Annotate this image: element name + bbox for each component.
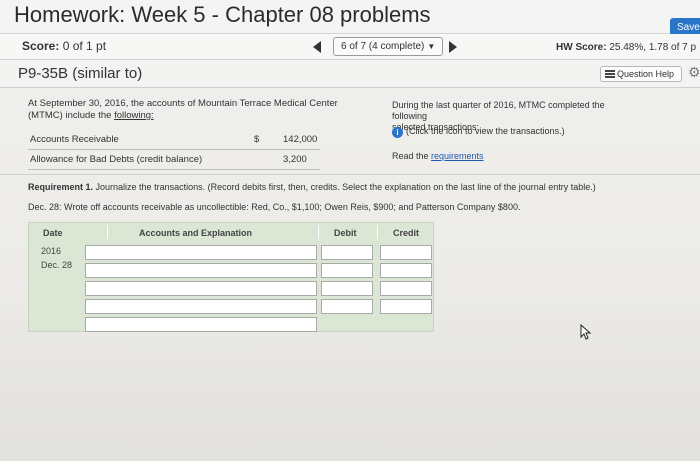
column-date: Date: [43, 228, 63, 238]
question-content: At September 30, 2016, the accounts of M…: [0, 88, 700, 461]
ledger-account: Allowance for Bad Debts (credit balance): [30, 154, 203, 165]
ledger-amount: 3,200: [283, 154, 307, 165]
account-input[interactable]: [85, 263, 317, 278]
requirement-1-label: Requirement 1.: [28, 182, 94, 192]
read-requirements: Read the requirements: [392, 151, 484, 161]
journal-year: 2016: [41, 246, 62, 256]
requirement-1-text: Journalize the transactions. (Record deb…: [93, 182, 596, 192]
account-input[interactable]: [85, 245, 317, 260]
credit-input[interactable]: [380, 245, 432, 260]
question-help-label: Question Help: [617, 69, 675, 79]
explanation-input[interactable]: [85, 317, 317, 332]
read-the-label: Read the: [392, 151, 432, 161]
hw-score: HW Score: 25.48%, 1.78 of 7 p: [556, 42, 696, 53]
ledger-amount: 142,000: [283, 134, 318, 145]
problem-id: P9-35B (similar to): [18, 65, 143, 82]
mouse-cursor-icon: [580, 324, 592, 340]
next-question-icon[interactable]: [449, 41, 457, 53]
debit-input[interactable]: [321, 299, 373, 314]
hw-score-label: HW Score:: [556, 42, 607, 53]
title-bar: Homework: Week 5 - Chapter 08 problems S…: [0, 0, 700, 38]
account-input[interactable]: [85, 281, 317, 296]
column-divider: [318, 225, 319, 239]
table-row: Accounts Receivable $ 142,000: [28, 130, 320, 150]
debit-input[interactable]: [321, 281, 373, 296]
side-text-1: During the last quarter of 2016, MTMC co…: [392, 100, 605, 121]
hw-score-value: 25.48%, 1.78 of 7 p: [609, 42, 697, 53]
intro-line-2b: following:: [114, 110, 154, 121]
question-header: P9-35B (similar to) Question Help ⚙: [0, 60, 700, 88]
intro-line-2a: (MTMC) include the: [28, 110, 115, 121]
credit-input[interactable]: [380, 281, 432, 296]
score-bar: Score: 0 of 1 pt 6 of 7 (4 complete) ▼ HW…: [0, 34, 700, 60]
journal-date: Dec. 28: [41, 260, 73, 270]
ledger-currency: $: [254, 134, 260, 145]
debit-input[interactable]: [321, 263, 373, 278]
column-divider: [107, 225, 108, 239]
question-help-button[interactable]: Question Help: [600, 66, 682, 82]
column-debit: Debit: [334, 228, 357, 238]
page-title: Homework: Week 5 - Chapter 08 problems: [14, 2, 431, 27]
intro-line-1: At September 30, 2016, the accounts of M…: [28, 98, 338, 109]
info-text: (Click the icon to view the transactions…: [406, 126, 565, 136]
credit-input[interactable]: [380, 263, 432, 278]
column-credit: Credit: [393, 228, 420, 238]
question-progress-select[interactable]: 6 of 7 (4 complete) ▼: [333, 37, 443, 56]
intro-text: At September 30, 2016, the accounts of M…: [28, 98, 368, 122]
divider: [0, 174, 700, 175]
journal-entry-table: Date Accounts and Explanation Debit Cred…: [28, 222, 434, 332]
list-icon: [605, 70, 615, 78]
caret-down-icon: ▼: [427, 42, 436, 51]
score: Score: 0 of 1 pt: [22, 39, 106, 53]
intro-line-2: (MTMC) include the following:: [28, 110, 368, 122]
progress-label: 6 of 7 (4 complete): [341, 41, 425, 52]
credit-input[interactable]: [380, 299, 432, 314]
requirements-link[interactable]: requirements: [431, 151, 484, 161]
page: Homework: Week 5 - Chapter 08 problems S…: [0, 0, 700, 461]
gear-icon[interactable]: ⚙: [688, 64, 700, 81]
column-accounts: Accounts and Explanation: [139, 228, 253, 238]
ledger-table: Accounts Receivable $ 142,000 Allowance …: [28, 130, 320, 170]
debit-input[interactable]: [321, 245, 373, 260]
account-input[interactable]: [85, 299, 317, 314]
transactions-info: i (Click the icon to view the transaction…: [392, 126, 565, 138]
previous-question-icon[interactable]: [313, 41, 321, 53]
score-value: 0 of 1 pt: [62, 39, 107, 53]
info-icon[interactable]: i: [392, 127, 403, 138]
column-divider: [377, 225, 378, 239]
requirement-1: Requirement 1. Journalize the transactio…: [28, 182, 596, 192]
table-row: Allowance for Bad Debts (credit balance)…: [28, 150, 320, 170]
score-label: Score:: [22, 39, 60, 53]
ledger-account: Accounts Receivable: [30, 134, 119, 145]
transaction-dec-28: Dec. 28: Wrote off accounts receivable a…: [28, 202, 521, 212]
